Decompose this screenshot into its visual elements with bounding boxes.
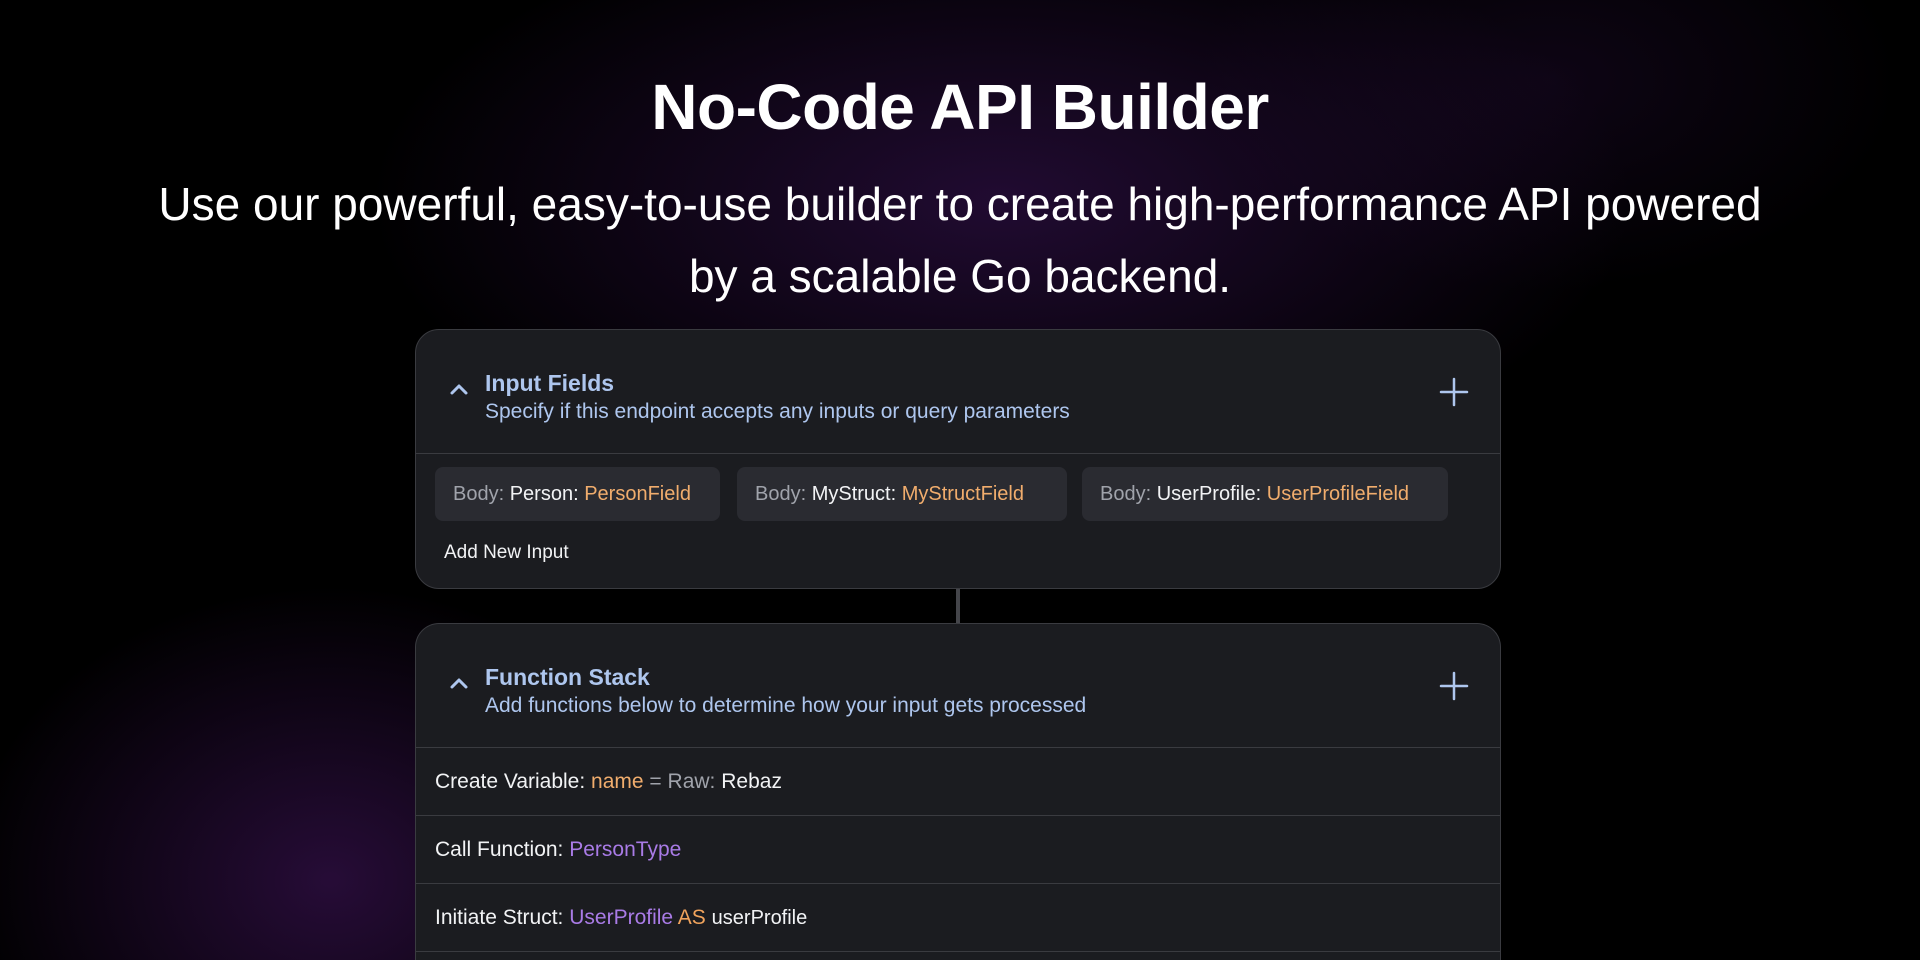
input-chip[interactable]: Body: Person: PersonField: [435, 467, 720, 521]
chip-field: PersonField: [584, 483, 691, 505]
card-connector: [956, 589, 960, 623]
equals-sign: =: [649, 770, 662, 793]
input-fields-description: Specify if this endpoint accepts any inp…: [485, 400, 1070, 423]
function-row-create-variable[interactable]: Create Variable: name = Raw: Rebaz: [416, 748, 1500, 816]
hero-subtitle: Use our powerful, easy-to-use builder to…: [158, 178, 1762, 302]
function-row-call-function[interactable]: Call Function: PersonType: [416, 816, 1500, 884]
chip-type: Person:: [509, 483, 579, 505]
plus-icon[interactable]: [1438, 670, 1470, 702]
chevron-up-icon[interactable]: [446, 376, 472, 402]
function-stack-title: Function Stack: [485, 664, 650, 690]
chip-field: UserProfileField: [1266, 483, 1410, 505]
chip-type: UserProfile:: [1156, 483, 1262, 505]
add-new-input-button[interactable]: Add New Input: [444, 542, 569, 564]
chip-prefix: Body:: [1100, 483, 1152, 505]
variable-value: Rebaz: [721, 770, 782, 793]
function-stack-description: Add functions below to determine how you…: [485, 694, 1087, 717]
input-chip[interactable]: Body: MyStruct: MyStructField: [737, 467, 1067, 521]
chip-prefix: Body:: [755, 483, 807, 505]
input-fields-title: Input Fields: [485, 370, 615, 396]
function-row-initiate-struct[interactable]: Initiate Struct: UserProfile AS userProf…: [416, 884, 1500, 952]
hero-title: No-Code API Builder: [651, 71, 1269, 143]
raw-label: Raw:: [667, 770, 716, 793]
input-fields-header[interactable]: Input Fields Specify if this endpoint ac…: [416, 330, 1500, 454]
plus-icon[interactable]: [1438, 376, 1470, 408]
row-label: Call Function:: [435, 838, 564, 861]
function-stack-header[interactable]: Function Stack Add functions below to de…: [416, 624, 1500, 748]
struct-name: UserProfile: [569, 906, 674, 929]
input-fields-card: Input Fields Specify if this endpoint ac…: [415, 329, 1501, 589]
chip-type: MyStruct:: [811, 483, 897, 505]
struct-alias: userProfile: [711, 907, 808, 929]
chip-field: MyStructField: [901, 483, 1024, 505]
row-label: Initiate Struct:: [435, 906, 564, 929]
function-name: PersonType: [569, 838, 682, 861]
as-keyword: AS: [677, 906, 706, 929]
row-label: Create Variable:: [435, 770, 586, 793]
chevron-up-icon[interactable]: [446, 670, 472, 696]
function-stack-card: Function Stack Add functions below to de…: [415, 623, 1501, 960]
chip-prefix: Body:: [453, 483, 505, 505]
variable-name: name: [591, 770, 644, 793]
input-chip[interactable]: Body: UserProfile: UserProfileField: [1082, 467, 1448, 521]
